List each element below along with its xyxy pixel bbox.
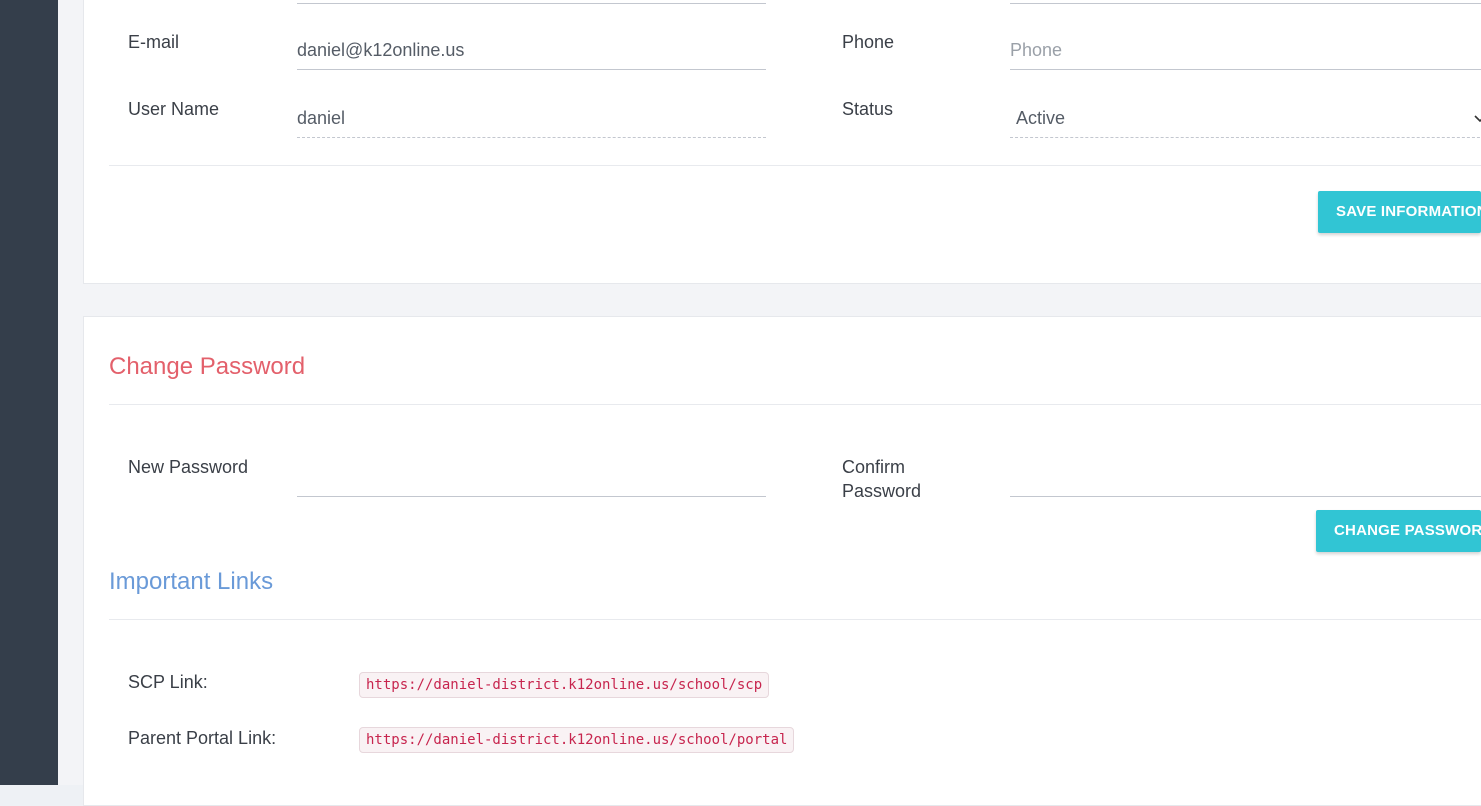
important-links-title: Important Links: [109, 568, 274, 595]
phone-label: Phone: [842, 32, 895, 52]
change-password-title: Change Password: [109, 353, 306, 380]
password-divider: [109, 404, 1481, 405]
parent-portal-link-url[interactable]: https://daniel-district.k12online.us/sch…: [359, 727, 795, 753]
parent-portal-link-label: Parent Portal Link:: [128, 728, 277, 748]
new-password-label: New Password: [128, 457, 249, 477]
email-value: daniel@k12online.us: [297, 40, 465, 60]
email-label: E-mail: [128, 32, 180, 52]
confirm-label-line1: Confirm: [842, 457, 906, 477]
confirm-label-line2: Password: [842, 481, 922, 501]
status-label: Status: [842, 99, 894, 119]
new-password-field[interactable]: [297, 457, 766, 497]
status-value: Active: [1016, 108, 1066, 128]
status-select[interactable]: Active: [1010, 98, 1481, 138]
phone-field[interactable]: Phone: [1010, 30, 1481, 70]
username-field: daniel: [297, 98, 766, 138]
scp-link-label: SCP Link:: [128, 672, 208, 692]
confirm-password-label: Confirm Password: [842, 455, 921, 503]
confirm-password-field[interactable]: [1010, 457, 1481, 497]
profile-divider: [109, 165, 1481, 166]
username-value: daniel: [297, 108, 346, 128]
main-content: E-mail daniel@k12online.us Phone Phone U…: [58, 0, 1481, 806]
save-information-button[interactable]: SAVE INFORMATION: [1318, 191, 1481, 233]
top-field-right[interactable]: [1010, 0, 1481, 4]
change-password-button[interactable]: CHANGE PASSWORD: [1316, 510, 1481, 552]
phone-placeholder: Phone: [1010, 40, 1063, 60]
username-label: User Name: [128, 99, 220, 119]
chevron-down-icon: [1474, 115, 1481, 123]
email-field[interactable]: daniel@k12online.us: [297, 30, 766, 70]
sidebar: [0, 0, 58, 785]
scp-link-url[interactable]: https://daniel-district.k12online.us/sch…: [359, 672, 770, 698]
links-divider: [109, 619, 1481, 620]
top-field-left[interactable]: [297, 0, 766, 4]
